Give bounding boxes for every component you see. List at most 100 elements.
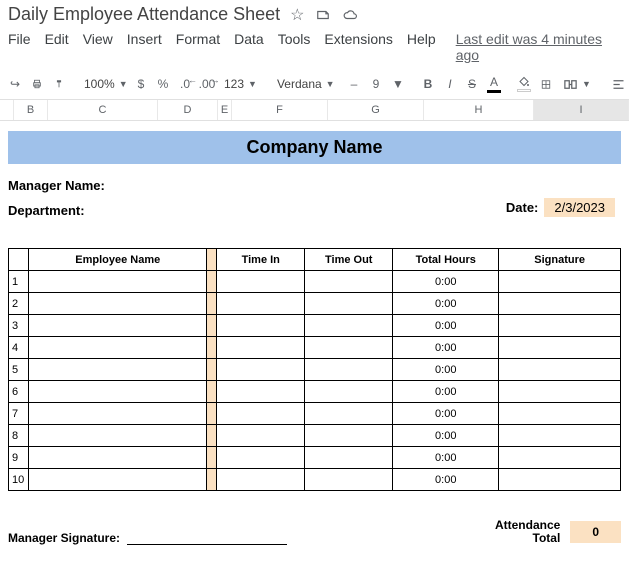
paint-format-icon[interactable] [50, 73, 68, 95]
currency-button[interactable]: $ [132, 73, 150, 95]
cell-sig[interactable] [499, 337, 621, 359]
cell-name[interactable] [29, 403, 207, 425]
font-size-dec[interactable]: – [345, 73, 363, 95]
cell-timeout[interactable] [305, 425, 393, 447]
cell-name[interactable] [29, 425, 207, 447]
cell-hours[interactable]: 0:00 [393, 315, 499, 337]
th-blank[interactable] [9, 249, 29, 271]
cell-timein[interactable] [217, 315, 305, 337]
cell-sig[interactable] [499, 271, 621, 293]
cell-hours[interactable]: 0:00 [393, 403, 499, 425]
menu-help[interactable]: Help [407, 31, 436, 63]
inc-decimal-button[interactable]: .00→ [198, 73, 216, 95]
menu-edit[interactable]: Edit [45, 31, 69, 63]
cell-name[interactable] [29, 359, 207, 381]
cell-sig[interactable] [499, 293, 621, 315]
cell-rownum[interactable]: 5 [9, 359, 29, 381]
cell-gap[interactable] [207, 359, 217, 381]
cell-timein[interactable] [217, 425, 305, 447]
cell-sig[interactable] [499, 315, 621, 337]
cell-hours[interactable]: 0:00 [393, 469, 499, 491]
cell-gap[interactable] [207, 271, 217, 293]
align-button[interactable]: ▼ [607, 75, 629, 94]
redo-icon[interactable]: ↪ [6, 73, 24, 95]
col-header-h[interactable]: H [424, 100, 534, 120]
cell-gap[interactable] [207, 425, 217, 447]
cell-timein[interactable] [217, 469, 305, 491]
cell-hours[interactable]: 0:00 [393, 381, 499, 403]
cell-sig[interactable] [499, 359, 621, 381]
manager-signature[interactable]: Manager Signature: [8, 531, 287, 545]
menu-format[interactable]: Format [176, 31, 220, 63]
cell-rownum[interactable]: 8 [9, 425, 29, 447]
move-icon[interactable] [315, 8, 331, 22]
cell-gap[interactable] [207, 381, 217, 403]
col-header-blank[interactable] [0, 100, 14, 120]
col-header-c[interactable]: C [48, 100, 158, 120]
text-color-button[interactable]: A [485, 73, 503, 95]
manager-name-label[interactable]: Manager Name: [8, 178, 621, 193]
last-edit-link[interactable]: Last edit was 4 minutes ago [456, 31, 621, 63]
date-label[interactable]: Date: [506, 200, 539, 215]
cell-rownum[interactable]: 1 [9, 271, 29, 293]
cell-sig[interactable] [499, 403, 621, 425]
cell-sig[interactable] [499, 469, 621, 491]
percent-button[interactable]: % [154, 73, 172, 95]
menu-file[interactable]: File [8, 31, 31, 63]
cell-gap[interactable] [207, 469, 217, 491]
menu-data[interactable]: Data [234, 31, 264, 63]
font-size-value[interactable]: 9 [367, 73, 385, 95]
cell-rownum[interactable]: 10 [9, 469, 29, 491]
doc-title[interactable]: Daily Employee Attendance Sheet [8, 4, 280, 25]
menu-tools[interactable]: Tools [278, 31, 311, 63]
cell-sig[interactable] [499, 447, 621, 469]
menu-view[interactable]: View [83, 31, 113, 63]
cell-timeout[interactable] [305, 381, 393, 403]
th-hrs[interactable]: Total Hours [393, 249, 499, 271]
cell-gap[interactable] [207, 315, 217, 337]
cell-name[interactable] [29, 381, 207, 403]
cell-timeout[interactable] [305, 469, 393, 491]
cell-gap[interactable] [207, 447, 217, 469]
date-value[interactable]: 2/3/2023 [544, 198, 615, 217]
cell-timeout[interactable] [305, 447, 393, 469]
menu-extensions[interactable]: Extensions [324, 31, 392, 63]
print-icon[interactable] [28, 73, 46, 95]
cell-timeout[interactable] [305, 315, 393, 337]
cell-timein[interactable] [217, 271, 305, 293]
cell-name[interactable] [29, 315, 207, 337]
cell-timein[interactable] [217, 447, 305, 469]
cell-gap[interactable] [207, 293, 217, 315]
col-header-g[interactable]: G [328, 100, 424, 120]
cell-timeout[interactable] [305, 359, 393, 381]
bold-button[interactable]: B [419, 73, 437, 95]
col-header-f[interactable]: F [232, 100, 328, 120]
cell-gap[interactable] [207, 337, 217, 359]
cell-timein[interactable] [217, 293, 305, 315]
col-header-i[interactable]: I [534, 100, 629, 120]
cell-timeout[interactable] [305, 271, 393, 293]
zoom-select[interactable]: 100%▼ [80, 75, 120, 93]
cell-hours[interactable]: 0:00 [393, 425, 499, 447]
cell-name[interactable] [29, 337, 207, 359]
cell-hours[interactable]: 0:00 [393, 359, 499, 381]
cell-rownum[interactable]: 6 [9, 381, 29, 403]
cell-sig[interactable] [499, 381, 621, 403]
cell-timein[interactable] [217, 381, 305, 403]
cell-rownum[interactable]: 2 [9, 293, 29, 315]
sheet-area[interactable]: Company Name Manager Name: Department: D… [0, 121, 629, 555]
dec-decimal-button[interactable]: .0← [176, 73, 194, 95]
cell-name[interactable] [29, 271, 207, 293]
cell-hours[interactable]: 0:00 [393, 337, 499, 359]
cell-name[interactable] [29, 447, 207, 469]
number-format-select[interactable]: 123▼ [220, 75, 261, 93]
cell-timeout[interactable] [305, 403, 393, 425]
fill-color-button[interactable] [515, 73, 533, 95]
strike-button[interactable]: S [463, 73, 481, 95]
cell-timeout[interactable] [305, 293, 393, 315]
th-in[interactable]: Time In [217, 249, 305, 271]
star-icon[interactable]: ☆ [290, 5, 304, 25]
cell-hours[interactable]: 0:00 [393, 293, 499, 315]
cell-hours[interactable]: 0:00 [393, 271, 499, 293]
cell-sig[interactable] [499, 425, 621, 447]
